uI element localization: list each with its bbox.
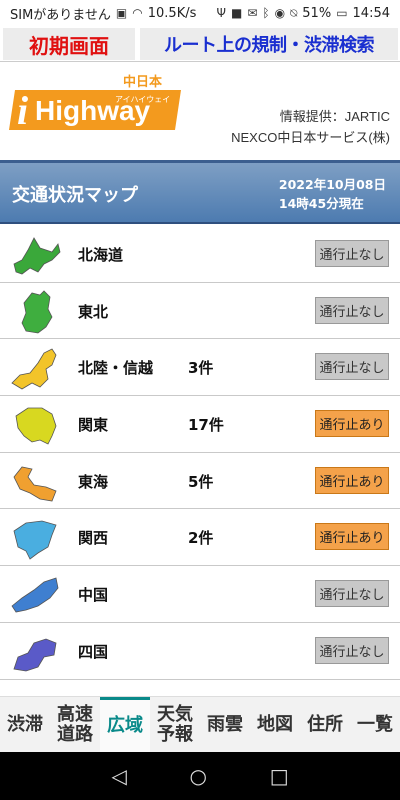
region-row[interactable]: 中国 通行止なし xyxy=(0,566,400,623)
tab-label-2: 道路 xyxy=(57,723,93,745)
incident-count: 17件 xyxy=(188,416,224,435)
ihighway-logo: 中日本 i Highway アイハイウェイ xyxy=(9,74,181,132)
tab-4[interactable]: 雨雲 xyxy=(200,697,250,752)
region-row[interactable]: 北陸・信越 3件 通行止なし xyxy=(0,339,400,397)
logo-area: 中日本 i Highway アイハイウェイ 情報提供：JARTIC NEXCO中… xyxy=(0,62,400,160)
region-name: 中国 xyxy=(78,586,109,605)
region-name: 関西 xyxy=(78,529,109,548)
tab-label: 高速 xyxy=(57,703,93,725)
region-name: 東海 xyxy=(78,472,109,491)
route-search-button[interactable]: ルート上の規制・渋滞検索 xyxy=(140,28,398,60)
initial-screen-button[interactable]: 初期画面 xyxy=(3,28,135,60)
closure-status-button[interactable]: 通行止あり xyxy=(315,466,389,494)
kyushu-map-icon xyxy=(8,684,62,697)
tohoku-map-icon xyxy=(21,290,53,334)
tab-0[interactable]: 渋滞 xyxy=(0,697,50,752)
network-speed: 10.5K/s xyxy=(147,5,197,21)
update-date: 2022年10月08日 xyxy=(278,177,386,192)
hokkaido-map-icon xyxy=(13,237,61,275)
region-name: 北陸・信越 xyxy=(78,359,154,378)
clock: 14:54 xyxy=(352,5,390,21)
region-row[interactable]: 北海道 通行止なし xyxy=(0,226,400,283)
tab-1[interactable]: 高速 道路 xyxy=(50,697,100,752)
region-row[interactable]: 四国 通行止なし xyxy=(0,623,400,680)
usb-icon: Ψ xyxy=(216,6,226,20)
location-icon: ◉ xyxy=(274,6,286,20)
bottom-tab-bar: 渋滞 高速 道路 広域 天気 予報 雨雲 地図 住所 一覧 xyxy=(0,696,400,752)
provider-line-1: 情報提供：JARTIC xyxy=(279,109,390,124)
traffic-map-title: 交通状況マップ xyxy=(12,185,138,206)
region-row[interactable]: 関東 17件 通行止あり xyxy=(0,396,400,453)
battery-icon: ▭ xyxy=(336,6,348,20)
tab-label: 雨雲 xyxy=(207,713,243,735)
tab-6[interactable]: 住所 xyxy=(300,697,350,752)
carrier-text: SIMがありません xyxy=(10,7,111,23)
closure-status-button[interactable]: 通行止なし xyxy=(315,240,389,267)
region-name: 北海道 xyxy=(78,246,124,264)
incident-count: 3件 xyxy=(188,359,214,378)
incident-count: 2件 xyxy=(188,529,214,548)
closure-status-button[interactable]: 通行止なし xyxy=(315,296,389,324)
android-nav-bar: ◁ ○ □ xyxy=(0,752,400,800)
tab-5[interactable]: 地図 xyxy=(250,697,300,752)
logo-i-letter: i xyxy=(17,88,28,132)
chugoku-map-icon xyxy=(11,577,59,613)
status-left: SIMがありません ▣ ◠ 10.5K/s xyxy=(10,4,196,23)
notification-icon: ■ xyxy=(230,6,243,20)
provider-info: 情報提供：JARTIC NEXCO中日本サービス(株) xyxy=(231,106,390,148)
tab-label: 住所 xyxy=(307,713,343,735)
closure-status-button[interactable]: 通行止あり xyxy=(315,523,389,551)
closure-status-button[interactable]: 通行止なし xyxy=(315,636,389,664)
provider-line-2: NEXCO中日本サービス(株) xyxy=(231,130,390,145)
tab-label: 広域 xyxy=(107,715,143,736)
region-name: 関東 xyxy=(78,416,109,435)
bluetooth-icon: ᛒ xyxy=(262,6,270,20)
tab-7[interactable]: 一覧 xyxy=(350,697,400,752)
sim-icon: ▣ xyxy=(115,6,128,20)
top-bar: 初期画面 ルート上の規制・渋滞検索 xyxy=(0,26,400,62)
kanto-map-icon xyxy=(15,407,57,445)
status-right: Ψ ■ ✉ ᛒ ◉ ⍉ 51% ▭ 14:54 xyxy=(217,6,390,21)
wifi-icon: ◠ xyxy=(132,6,143,20)
update-time: 14時45分現在 xyxy=(278,196,364,211)
region-row[interactable]: 東北 通行止なし xyxy=(0,283,400,340)
region-row[interactable]: 関西 2件 通行止あり xyxy=(0,509,400,567)
tokai-map-icon xyxy=(13,466,57,502)
incident-count: 5件 xyxy=(188,472,214,491)
logo-top-text: 中日本 xyxy=(123,74,162,90)
region-row[interactable]: 東海 5件 通行止あり xyxy=(0,453,400,510)
update-datetime: 2022年10月08日 14時45分現在 xyxy=(279,175,386,213)
tab-2[interactable]: 広域 xyxy=(100,697,150,752)
tab-label: 天気 xyxy=(157,703,193,725)
kansai-map-icon xyxy=(13,521,57,561)
logo-sub-text: アイハイウェイ xyxy=(115,95,170,104)
tab-label: 渋滞 xyxy=(7,713,43,735)
region-name: 東北 xyxy=(78,302,109,321)
back-icon[interactable]: ◁ xyxy=(111,764,126,788)
battery-percent: 51% xyxy=(302,5,332,21)
closure-status-button[interactable]: 通行止なし xyxy=(315,580,389,608)
home-icon[interactable]: ○ xyxy=(190,764,207,788)
region-name: 四国 xyxy=(78,642,109,661)
tab-3[interactable]: 天気 予報 xyxy=(150,697,200,752)
region-list: 北海道 通行止なし 東北 通行止なし 北陸・信越 3件 通行止なし 関東 17件 通行止あり 東海 5… xyxy=(0,226,400,696)
closure-status-button[interactable]: 通行止あり xyxy=(315,410,389,438)
tab-label-2: 予報 xyxy=(157,723,193,745)
region-row[interactable] xyxy=(0,680,400,697)
hokuriku-map-icon xyxy=(11,348,57,390)
shikoku-map-icon xyxy=(13,638,57,672)
tab-label: 一覧 xyxy=(357,713,393,735)
status-bar: SIMがありません ▣ ◠ 10.5K/s Ψ ■ ✉ ᛒ ◉ ⍉ 51% ▭ … xyxy=(0,0,400,26)
mail-icon: ✉ xyxy=(247,6,258,20)
traffic-map-header: 交通状況マップ 2022年10月08日 14時45分現在 xyxy=(0,160,400,224)
recent-apps-icon[interactable]: □ xyxy=(270,764,289,788)
closure-status-button[interactable]: 通行止なし xyxy=(315,353,389,381)
tab-label: 地図 xyxy=(257,713,293,735)
mute-icon: ⍉ xyxy=(290,5,298,20)
